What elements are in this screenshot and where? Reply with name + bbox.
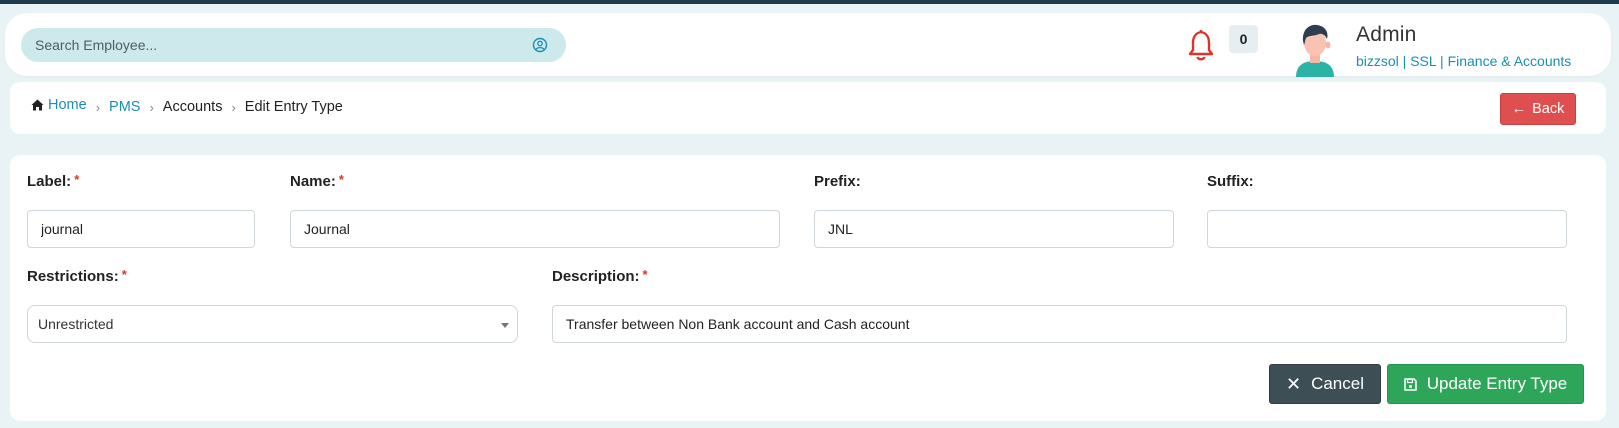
description-input[interactable] (552, 305, 1567, 343)
chevron-right-icon: › (95, 99, 101, 115)
restrictions-field-title: Restrictions: (27, 268, 119, 285)
caret-down-icon (501, 323, 509, 328)
save-icon (1404, 377, 1417, 391)
update-button-label: Update Entry Type (1426, 374, 1568, 393)
label-input[interactable] (27, 210, 255, 248)
search-bar (21, 28, 566, 62)
label-field-label: Label: * (27, 172, 80, 190)
avatar[interactable] (1292, 21, 1338, 77)
top-accent-strip (0, 0, 1619, 4)
label-field-title: Label: (27, 173, 72, 190)
restrictions-select[interactable]: Unrestricted (27, 305, 518, 343)
breadcrumb-home-link[interactable]: Home (48, 97, 87, 113)
top-header: 0 Admin bizzsol | SSL | Finance & Accoun… (5, 13, 1611, 77)
suffix-input[interactable] (1207, 210, 1567, 248)
required-marker: * (121, 267, 127, 282)
breadcrumb-card: Home › PMS › Accounts › Edit Entry Type … (10, 82, 1606, 134)
user-circle-icon[interactable] (532, 37, 548, 53)
chevron-right-icon: › (231, 99, 236, 115)
arrow-left-icon: ← (1511, 101, 1527, 117)
name-field-title: Name: (290, 173, 336, 190)
restrictions-field-label: Restrictions: * (27, 267, 127, 285)
notification-count-badge[interactable]: 0 (1229, 25, 1258, 53)
breadcrumb: Home › PMS › Accounts › Edit Entry Type (31, 97, 343, 115)
description-field-title: Description: (552, 268, 640, 285)
prefix-input[interactable] (814, 210, 1174, 248)
required-marker: * (74, 172, 80, 187)
name-input[interactable] (290, 210, 780, 248)
breadcrumb-accounts[interactable]: Accounts (163, 99, 223, 115)
suffix-field-label: Suffix: (1207, 173, 1254, 190)
prefix-field-label: Prefix: (814, 173, 861, 190)
description-field-label: Description: * (552, 267, 648, 285)
close-icon: ✕ (1285, 373, 1302, 394)
home-icon[interactable] (31, 99, 44, 111)
restrictions-selected-value: Unrestricted (38, 316, 114, 332)
required-marker: * (642, 267, 648, 282)
name-field-label: Name: * (290, 172, 344, 190)
chevron-right-icon: › (149, 99, 154, 115)
required-marker: * (338, 172, 344, 187)
breadcrumb-pms-link[interactable]: PMS (109, 99, 140, 115)
breadcrumb-current-page: Edit Entry Type (244, 99, 343, 115)
user-name: Admin (1356, 23, 1417, 46)
cancel-button-label: Cancel (1311, 374, 1364, 393)
bell-icon[interactable] (1186, 27, 1216, 63)
cancel-button[interactable]: ✕ Cancel (1269, 364, 1381, 404)
update-entry-type-button[interactable]: Update Entry Type (1387, 364, 1584, 404)
back-button-label: Back (1532, 101, 1565, 117)
search-input[interactable] (35, 28, 505, 62)
back-button[interactable]: ← Back (1500, 93, 1576, 125)
user-org-info[interactable]: bizzsol | SSL | Finance & Accounts (1356, 53, 1571, 69)
